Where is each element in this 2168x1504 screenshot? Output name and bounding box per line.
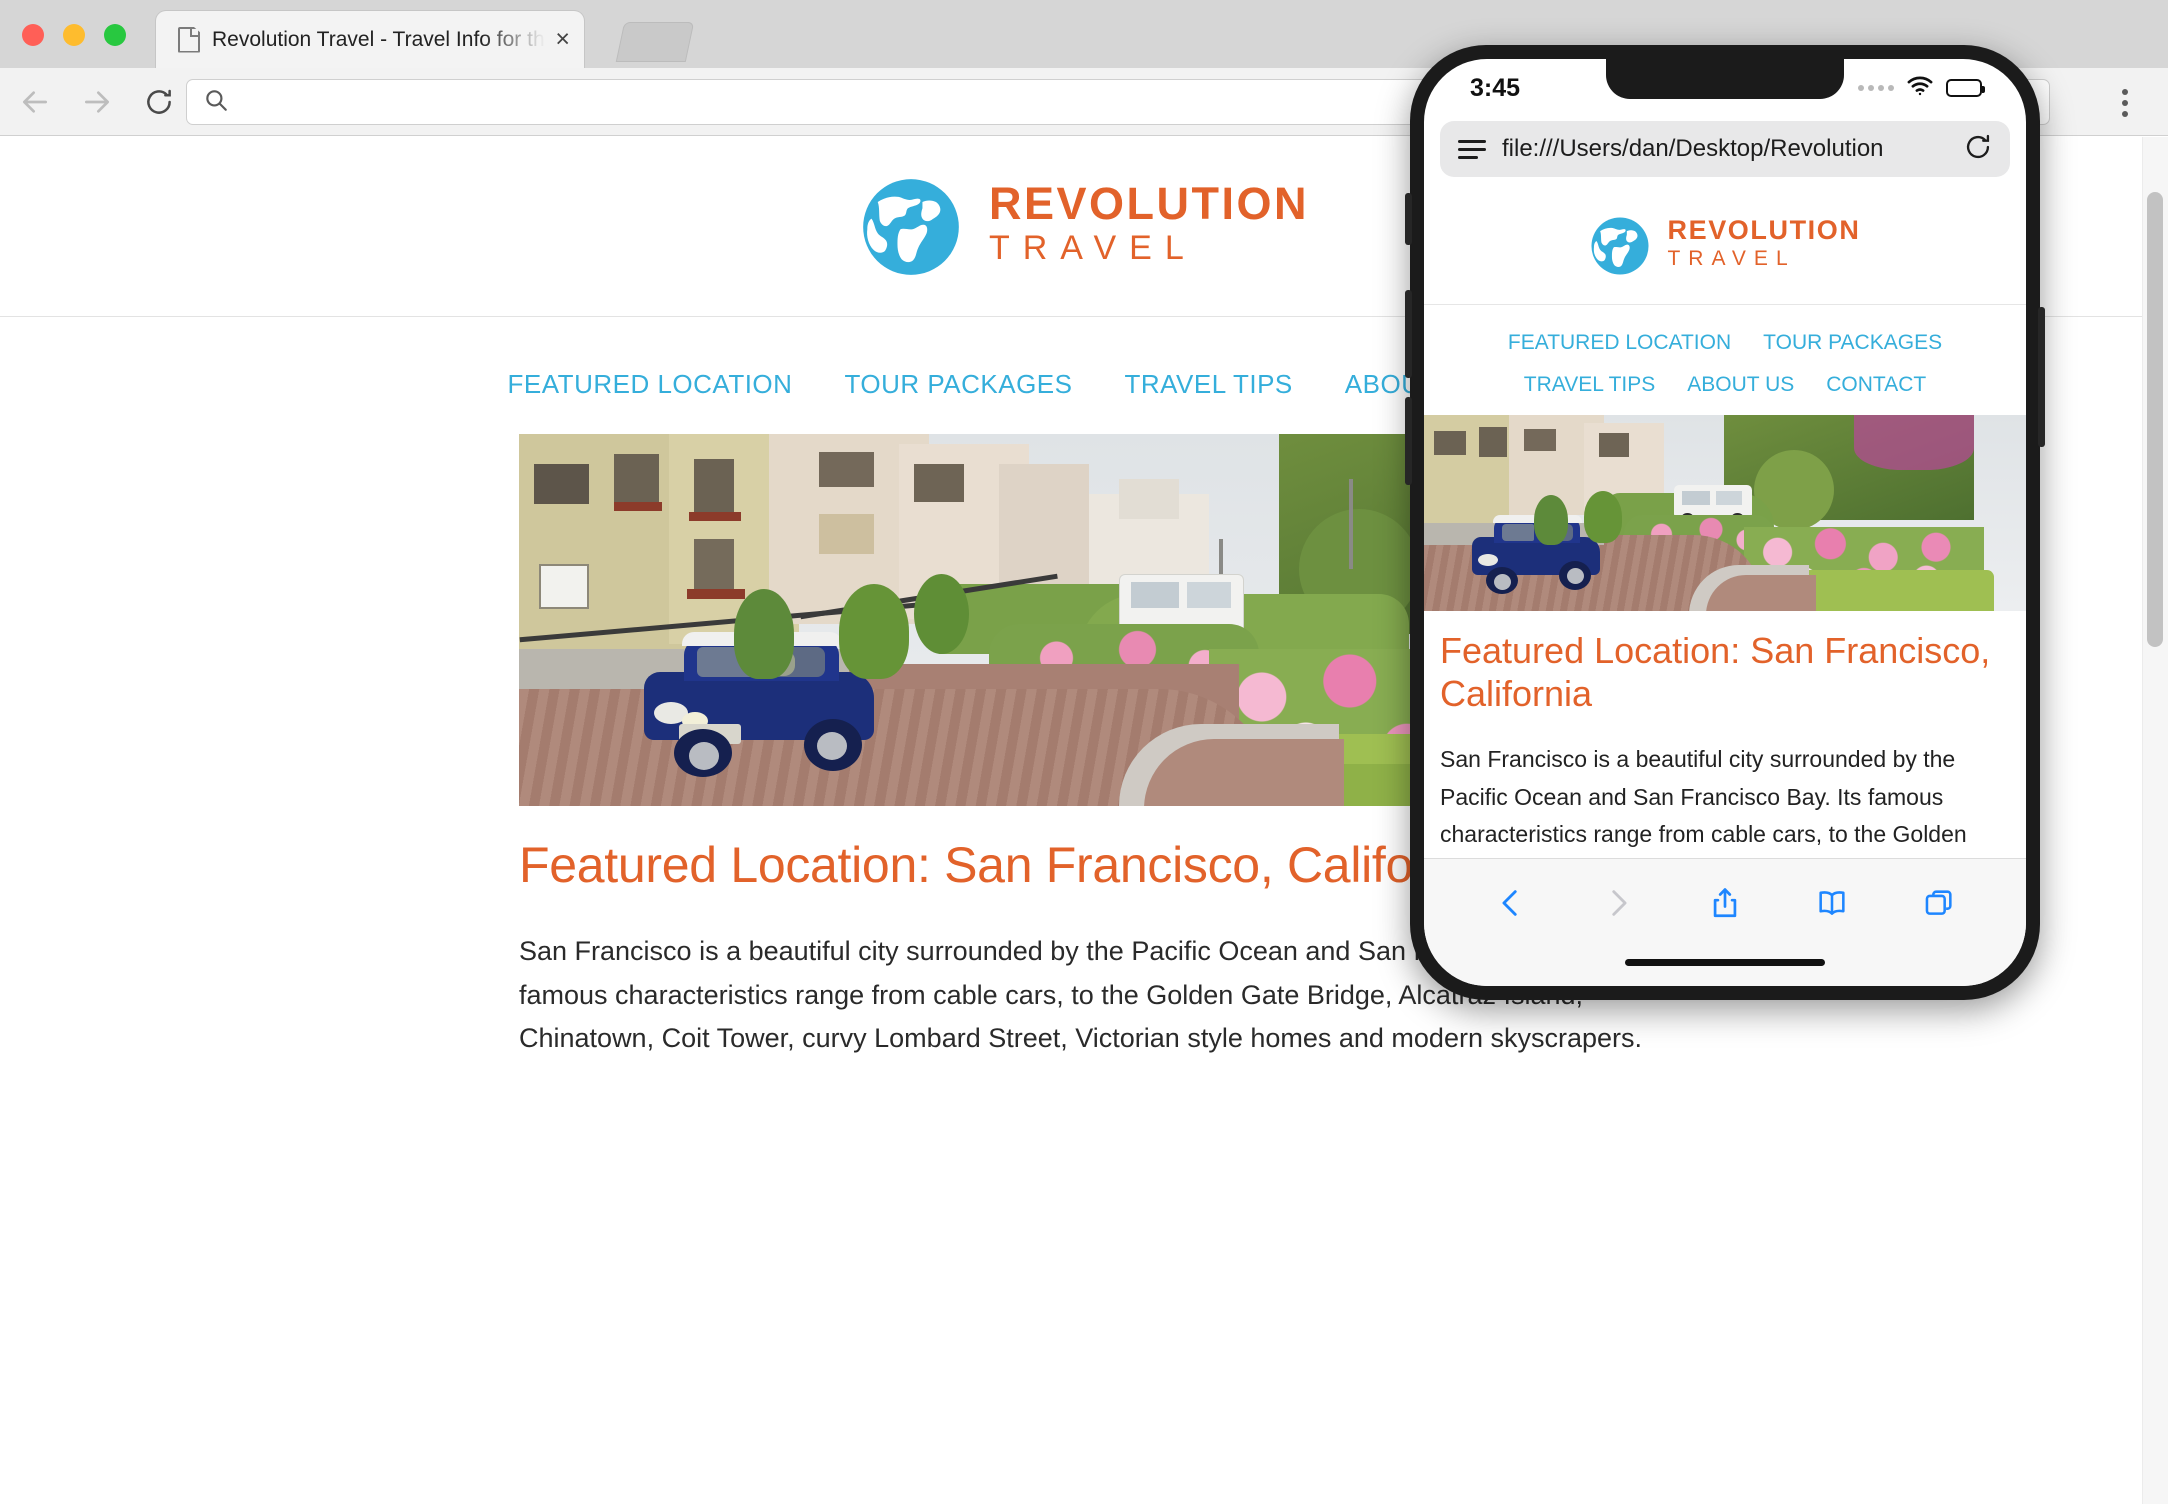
volume-down-button[interactable] [1405, 397, 1412, 485]
mobile-hero-image [1424, 415, 2026, 611]
close-tab-button[interactable]: × [555, 27, 570, 52]
safari-back-button[interactable] [1483, 875, 1539, 931]
mobile-logo-wordmark: REVOLUTION TRAVEL [1667, 217, 1860, 273]
battery-icon [1946, 79, 1985, 97]
scrollbar-thumb[interactable] [2147, 192, 2163, 647]
nav-item-tour-packages[interactable]: TOUR PACKAGES [844, 369, 1072, 400]
mobile-navigation: FEATURED LOCATION TOUR PACKAGES TRAVEL T… [1424, 305, 2026, 415]
safari-reload-button[interactable] [1964, 133, 1992, 166]
safari-bookmarks-button[interactable] [1804, 875, 1860, 931]
minimize-window-button[interactable] [63, 24, 85, 46]
home-indicator [1625, 959, 1825, 966]
mobile-nav-item-tour-packages[interactable]: TOUR PACKAGES [1763, 331, 1942, 355]
mobile-site-logo[interactable]: REVOLUTION TRAVEL [1589, 215, 1860, 277]
status-time: 3:45 [1470, 73, 1521, 102]
safari-tabs-button[interactable] [1911, 875, 1967, 931]
mute-switch[interactable] [1405, 193, 1412, 245]
logo-subtitle: TRAVEL [988, 229, 1197, 268]
tab-title: Revolution Travel - Travel Info for the … [212, 27, 549, 51]
mobile-nav-item-travel-tips[interactable]: TRAVEL TIPS [1524, 373, 1656, 397]
page-scrollbar[interactable] [2142, 137, 2168, 1504]
logo-wordmark: REVOLUTION TRAVEL [989, 181, 1309, 272]
maximize-window-button[interactable] [104, 24, 126, 46]
reader-menu-icon[interactable] [1458, 139, 1486, 159]
mobile-logo-title: REVOLUTION [1667, 215, 1861, 246]
safari-address-bar[interactable]: file:///Users/dan/Desktop/Revolution [1440, 121, 2010, 177]
globe-icon [863, 178, 959, 275]
mobile-logo-subtitle: TRAVEL [1667, 247, 1796, 271]
forward-button[interactable] [70, 75, 124, 129]
iphone-device: 3:45 file:///Users/dan/Desktop/Revolutio… [1405, 45, 2045, 1000]
search-icon [203, 87, 229, 118]
wifi-icon [1906, 76, 1934, 101]
mobile-article-heading: Featured Location: San Francisco, Califo… [1440, 630, 1991, 715]
safari-forward-button[interactable] [1590, 875, 1646, 931]
page-document-icon [178, 26, 200, 53]
browser-menu-button[interactable] [2108, 86, 2142, 120]
mobile-article-body: San Francisco is a beautiful city surrou… [1440, 746, 1967, 847]
phone-status-bar: 3:45 [1424, 59, 2026, 117]
reload-button[interactable] [132, 75, 186, 129]
signal-dots-icon [1858, 85, 1894, 91]
volume-up-button[interactable] [1405, 290, 1412, 378]
nav-item-travel-tips[interactable]: TRAVEL TIPS [1124, 369, 1292, 400]
safari-address-bar-container: file:///Users/dan/Desktop/Revolution [1424, 117, 2026, 187]
phone-screen: 3:45 file:///Users/dan/Desktop/Revolutio… [1424, 59, 2026, 986]
mobile-nav-item-featured-location[interactable]: FEATURED LOCATION [1508, 331, 1731, 355]
logo-title: REVOLUTION [988, 178, 1309, 230]
mobile-nav-item-about-us[interactable]: ABOUT US [1687, 373, 1794, 397]
mobile-site-header: REVOLUTION TRAVEL [1424, 187, 2026, 305]
close-window-button[interactable] [22, 24, 44, 46]
browser-tab[interactable]: Revolution Travel - Travel Info for the … [155, 10, 585, 68]
new-tab-button[interactable] [615, 22, 695, 62]
mobile-page-content: REVOLUTION TRAVEL FEATURED LOCATION TOUR… [1424, 187, 2026, 858]
screenshot-root: Revolution Travel - Travel Info for the … [0, 0, 2168, 1504]
power-button[interactable] [2038, 307, 2045, 447]
mobile-nav-item-contact[interactable]: CONTACT [1826, 373, 1926, 397]
globe-icon [1591, 216, 1650, 275]
back-button[interactable] [8, 75, 62, 129]
safari-share-button[interactable] [1697, 875, 1753, 931]
window-traffic-lights[interactable] [22, 24, 126, 46]
safari-bottom-toolbar [1424, 858, 2026, 986]
site-logo[interactable]: REVOLUTION TRAVEL [859, 175, 1309, 279]
safari-url-text: file:///Users/dan/Desktop/Revolution [1502, 135, 1884, 162]
nav-item-featured-location[interactable]: FEATURED LOCATION [508, 369, 793, 400]
mobile-article-section: Featured Location: San Francisco, Califo… [1424, 611, 2026, 858]
